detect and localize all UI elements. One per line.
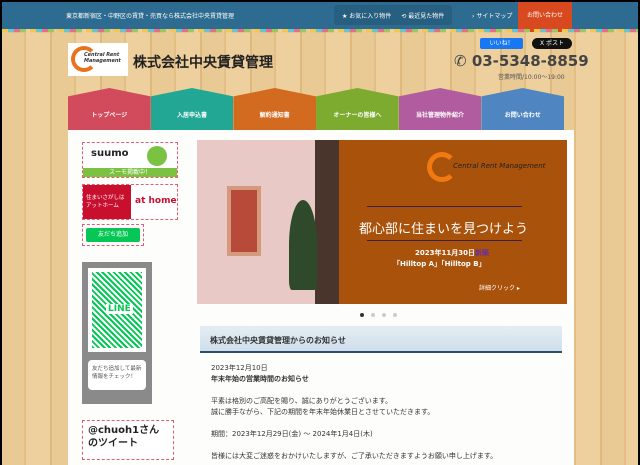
line-qr-panel: LINE 友だち追加して最新情報をチェック！	[82, 262, 152, 404]
slide-dot[interactable]	[393, 313, 397, 317]
nav-owners[interactable]: オーナーの皆様へ	[316, 88, 399, 130]
tree-illustration	[289, 200, 317, 290]
line-add-friend-button[interactable]: 友だち追加	[82, 224, 144, 246]
athome-logo: at home	[135, 196, 177, 206]
news-period: 期間：2023年12月29日(金) 〜 2024年1月4日(木)	[211, 430, 373, 438]
facebook-like-button[interactable]: いいね！	[480, 38, 523, 49]
suumo-sub: スーモ掲載中！	[83, 168, 177, 177]
house-photo	[197, 140, 339, 304]
recent-label: 最近見た物件	[408, 12, 445, 20]
nav-application[interactable]: 入居申込書	[150, 88, 234, 130]
slider-slogan: 都心部に住まいを見つけよう	[359, 222, 529, 237]
contact-button[interactable]: お問い合わせ	[518, 2, 572, 32]
nav-cancellation[interactable]: 解約通知書	[233, 88, 317, 130]
site-name[interactable]: 株式会社中央賃貸管理	[133, 52, 273, 72]
slide-dot[interactable]	[382, 313, 386, 317]
business-hours: 営業時間/10:00〜19:00	[498, 74, 565, 81]
news-body: 2023年12月10日 年末年始の営業時間のお知らせ 平素は格別のご高配を賜り、…	[211, 363, 497, 462]
nav-top[interactable]: トップページ	[68, 88, 151, 130]
news-line	[211, 385, 497, 396]
hero-slider[interactable]: Central Rent Management 都心部に住まいを見つけよう 20…	[197, 140, 567, 304]
divider	[367, 206, 522, 207]
nav-contact[interactable]: お問い合わせ	[481, 88, 565, 130]
phone-number: ✆ 03-5348-8859	[454, 52, 589, 70]
tagline: 東京都新宿区・中野区の賃貸・売買なら株式会社中央賃貸管理	[66, 13, 235, 20]
logo[interactable]: Central Rent Management	[68, 43, 128, 76]
sitemap-link[interactable]: › サイトマップ	[472, 11, 512, 20]
logo-text: Central Rent Management	[84, 52, 121, 64]
athome-left: 住まいさがしは アットホーム	[83, 185, 131, 219]
favorites-link[interactable]: ★ お気に入り物件	[342, 11, 391, 20]
suumo-banner[interactable]: suumo スーモ掲載中！	[82, 142, 178, 178]
main-nav: トップページ 入居申込書 解約通知書 オーナーの皆様へ 当社管理物件紹介 お問い…	[68, 88, 565, 130]
line-qr-code[interactable]: LINE	[88, 268, 146, 352]
news-heading: 株式会社中央賃貸管理からのお知らせ	[200, 326, 562, 353]
line-add-label: 友だち追加	[86, 228, 140, 242]
slider-property-names: 「Hilltop A」「Hilltop B」	[393, 260, 486, 268]
date-text: 2023年11月30日	[415, 249, 475, 257]
quick-links: ★ お気に入り物件 ⟲ 最近見た物件	[334, 5, 453, 25]
divider	[367, 240, 522, 241]
bunting-decoration	[2, 29, 638, 33]
main-content: suumo スーモ掲載中！ 住まいさがしは アットホーム at home 友だち…	[68, 130, 574, 465]
door-illustration	[227, 186, 261, 256]
suumo-logo: suumo	[91, 148, 129, 159]
favorites-label: お気に入り物件	[349, 12, 392, 20]
x-post-button[interactable]: X ポスト	[532, 38, 572, 49]
slide-dot[interactable]	[371, 313, 375, 317]
news-line	[211, 440, 497, 451]
phone-icon: ✆	[454, 52, 467, 70]
page: 東京都新宿区・中野区の賃貸・売買なら株式会社中央賃貸管理 ★ お気に入り物件 ⟲…	[2, 2, 638, 465]
suumo-mascot-icon	[147, 146, 167, 166]
slider-date: 2023年11月30日新築	[415, 248, 489, 258]
qr-label: LINE	[106, 304, 133, 314]
new-badge: 新築	[474, 249, 489, 257]
news-line	[211, 418, 497, 429]
news-line: 平素は格別のご高配を賜り、誠にありがとうございます。	[211, 397, 393, 405]
qr-caption: 友だち追加して最新情報をチェック！	[88, 360, 146, 390]
phone-text: 03-5348-8859	[471, 52, 589, 70]
recent-link[interactable]: ⟲ 最近見た物件	[401, 11, 444, 20]
twitter-widget-title[interactable]: @chuoh1さんのツイート	[82, 420, 174, 460]
news-line: 誠に勝手ながら、下記の期間を年末年始休業日とさせていただきます。	[211, 408, 435, 416]
slider-dots[interactable]	[360, 313, 397, 317]
slide-dot[interactable]	[360, 313, 364, 317]
slider-logo-text: Central Rent Management	[453, 162, 546, 170]
news-line: 皆様には大変ご迷惑をおかけいたしますが、ご了承いただきますようお願い申し上げます…	[211, 452, 498, 460]
sitemap-label: サイトマップ	[476, 13, 513, 20]
nav-properties[interactable]: 当社管理物件紹介	[398, 88, 482, 130]
slider-more-link[interactable]: 詳細クリック ▸	[479, 283, 520, 292]
athome-banner[interactable]: 住まいさがしは アットホーム at home	[82, 184, 178, 220]
news-title: 年末年始の営業時間のお知らせ	[211, 375, 309, 383]
news-date: 2023年12月10日	[211, 364, 268, 372]
